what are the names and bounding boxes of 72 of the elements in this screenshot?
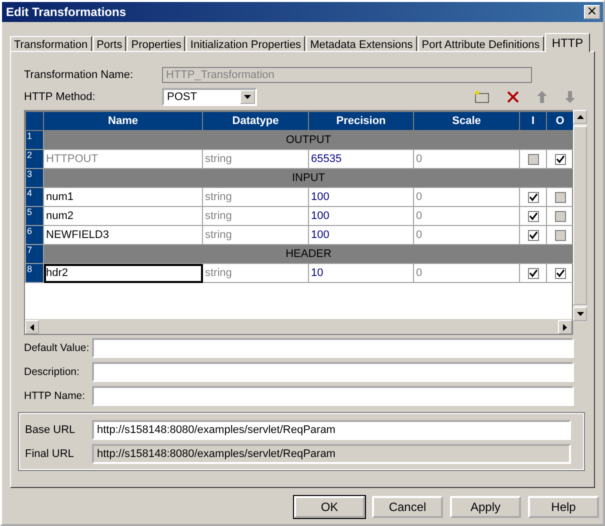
tab[interactable]: Transformation — [10, 36, 92, 51]
caret-up-icon[interactable] — [576, 115, 584, 119]
field-label: Base URL — [25, 424, 76, 436]
column-header: I — [520, 112, 546, 130]
field-label: HTTP Name: — [24, 390, 86, 402]
field-label: Description: — [24, 366, 80, 378]
column-header: Scale — [414, 112, 520, 130]
checkbox[interactable] — [554, 268, 566, 278]
table-cell[interactable]: num1 — [44, 188, 202, 206]
checkbox[interactable] — [554, 210, 566, 222]
input-field[interactable] — [92, 362, 574, 382]
column-header: Precision — [308, 112, 414, 130]
checkbox[interactable] — [528, 192, 538, 202]
tab[interactable]: HTTP — [544, 33, 590, 52]
table-cell: 0 — [414, 206, 520, 226]
close-button[interactable]: × — [584, 5, 600, 19]
checkbox[interactable] — [528, 268, 538, 278]
tab[interactable]: Ports — [92, 36, 126, 51]
checkbox[interactable] — [554, 192, 566, 202]
group-header: HEADER — [44, 244, 574, 264]
table-cell: 100 — [308, 206, 414, 226]
checkbox[interactable] — [528, 230, 538, 240]
table-cell: string — [202, 264, 308, 282]
delete-icon[interactable] — [506, 90, 520, 104]
table-cell[interactable]: hdr2 — [44, 264, 202, 282]
row-number: 8 — [26, 264, 44, 282]
method-dropdown[interactable]: POST — [162, 88, 257, 106]
table-cell: string — [202, 206, 308, 226]
horizontal-scrollbar[interactable] — [25, 319, 572, 334]
tab[interactable]: Metadata Extensions — [306, 36, 417, 51]
table-cell: 0 — [414, 264, 520, 282]
table-cell: 100 — [308, 188, 414, 206]
checkbox[interactable] — [554, 230, 566, 240]
new-row-icon[interactable] — [474, 90, 490, 104]
caret-right-icon[interactable] — [563, 324, 567, 330]
final-url-field: http://s158148:8080/examples/servlet/ReqParam — [92, 444, 571, 464]
row-number: 4 — [26, 188, 44, 206]
caret-down-icon[interactable] — [576, 312, 584, 316]
input-field[interactable] — [92, 386, 574, 406]
table-cell: string — [202, 188, 308, 206]
base-url-field[interactable]: http://s158148:8080/examples/servlet/ReqParam — [92, 420, 571, 440]
field-label: Final URL — [25, 448, 75, 460]
row-number: 2 — [26, 150, 44, 168]
tab[interactable]: Initialization Properties — [186, 36, 306, 51]
group-header: INPUT — [44, 168, 574, 188]
window-title: Edit Transformations — [6, 5, 126, 19]
table-cell: 10 — [308, 264, 414, 282]
table-cell: 0 — [414, 188, 520, 206]
row-number: 5 — [26, 206, 44, 226]
row-number: 3 — [26, 168, 44, 188]
tab[interactable]: Properties — [127, 36, 186, 51]
dialog-button[interactable]: OK — [294, 496, 365, 518]
input-field[interactable] — [92, 338, 574, 358]
row-number: 6 — [26, 226, 44, 244]
vertical-scrollbar[interactable] — [573, 110, 587, 321]
caret-left-icon[interactable] — [30, 324, 34, 330]
field-label: Transformation Name: — [24, 69, 134, 81]
dialog-button[interactable]: Apply — [450, 496, 521, 518]
tab[interactable]: Port Attribute Definitions — [418, 36, 544, 51]
table-cell[interactable]: num2 — [44, 206, 202, 226]
row-number: 1 — [26, 130, 44, 150]
field-label: HTTP Method: — [24, 91, 96, 103]
row-number: 7 — [26, 244, 44, 264]
column-header: Datatype — [202, 112, 308, 130]
column-header: Name — [44, 112, 202, 130]
dialog-button[interactable]: Help — [528, 496, 599, 518]
field-label: Default Value: — [24, 342, 90, 354]
dialog-button[interactable]: Cancel — [372, 496, 443, 518]
column-header: O — [546, 112, 574, 130]
group-header: OUTPUT — [44, 130, 574, 150]
checkbox[interactable] — [528, 210, 538, 222]
caret-down-icon — [244, 95, 251, 99]
